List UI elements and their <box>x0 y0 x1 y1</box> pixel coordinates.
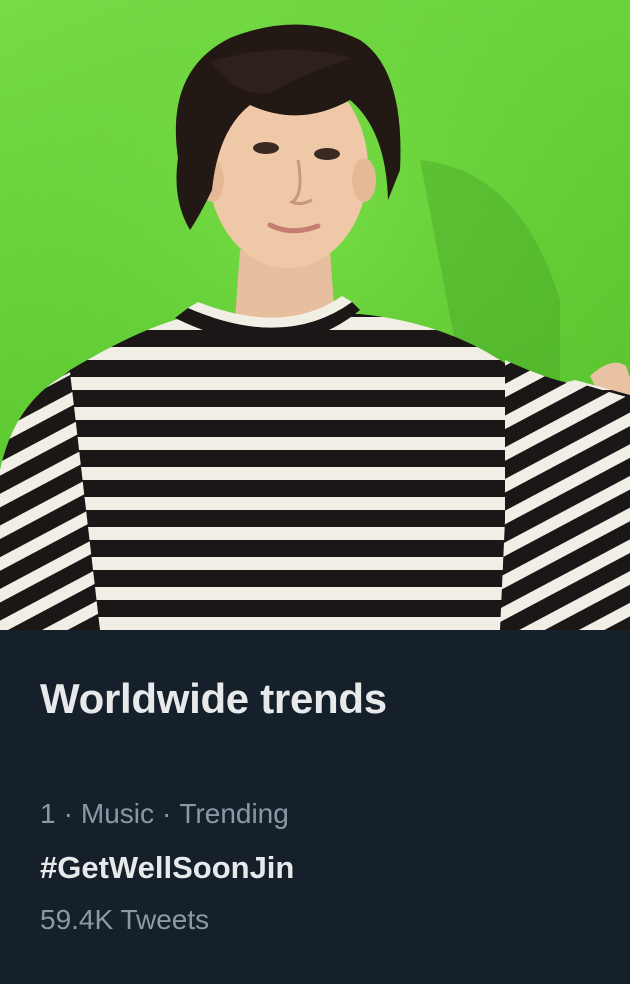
trend-hashtag[interactable]: #GetWellSoonJin <box>40 848 294 888</box>
panel-title: Worldwide trends <box>40 675 387 722</box>
trend-photo[interactable] <box>0 0 630 630</box>
trend-rank: 1 <box>40 798 56 829</box>
trends-panel: Worldwide trends 1 · Music · Trending #GetWe… <box>0 630 630 984</box>
trend-screen: Worldwide trends 1 · Music · Trending #GetWe… <box>0 0 630 984</box>
trend-item[interactable]: 1 · Music · Trending #GetWellSoonJin 59.4K T… <box>40 794 600 944</box>
photo-illustration <box>0 0 630 630</box>
trend-category: Music <box>80 798 155 829</box>
trend-meta: 1 · Music · Trending <box>40 794 289 834</box>
meta-separator: · <box>63 798 73 829</box>
trend-status: Trending <box>179 798 289 829</box>
meta-separator: · <box>162 798 172 829</box>
trend-tweet-count: 59.4K Tweets <box>40 904 210 935</box>
